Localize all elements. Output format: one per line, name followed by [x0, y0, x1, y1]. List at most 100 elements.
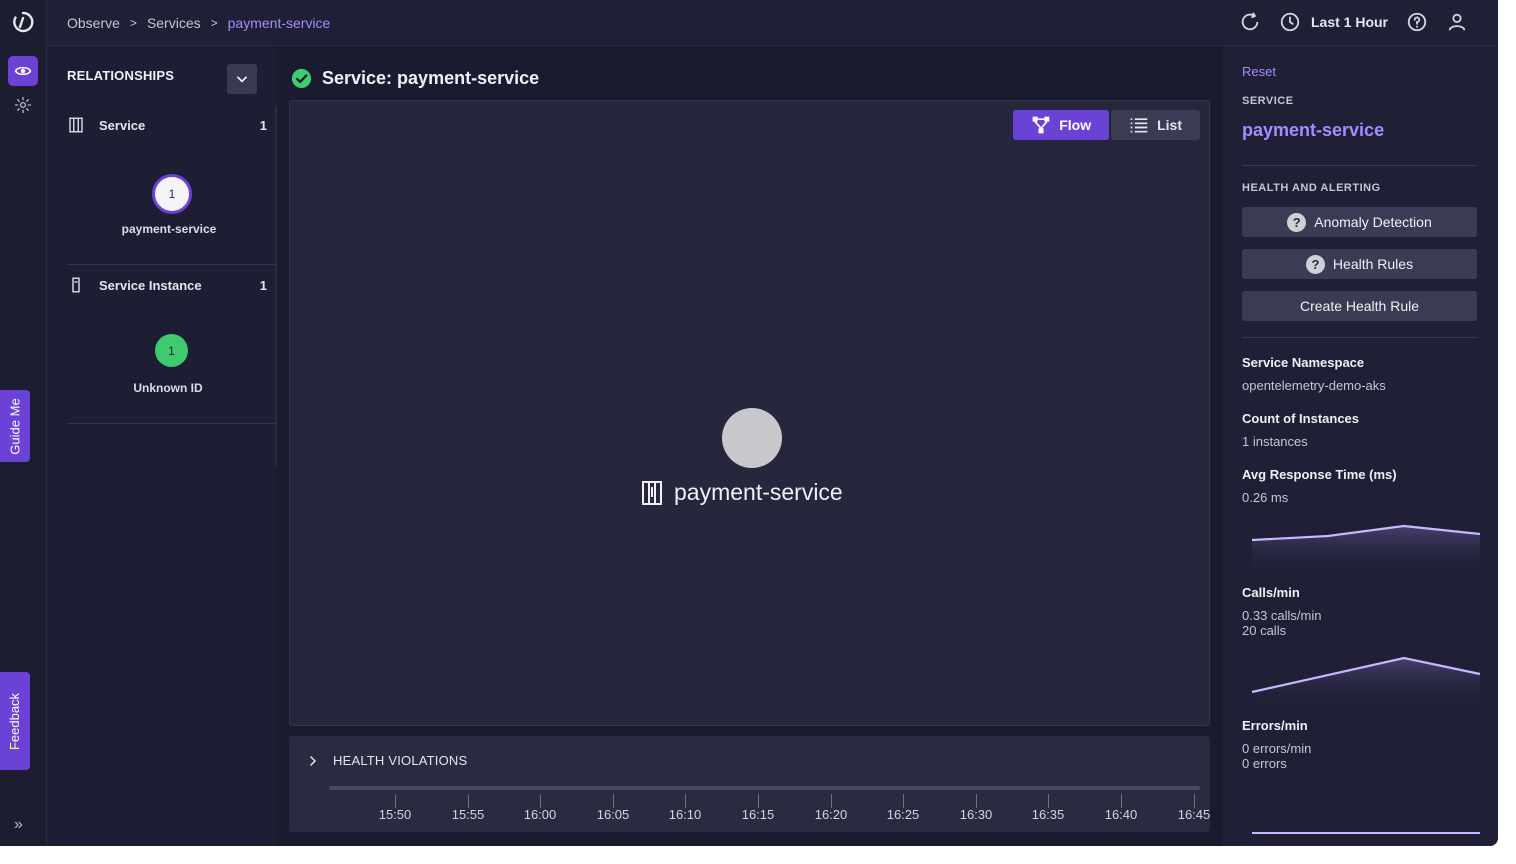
timeline-tick [468, 794, 469, 808]
flow-view-button[interactable]: Flow [1013, 110, 1110, 140]
relationship-group-label: Service [99, 117, 146, 133]
relationship-group-service-instance[interactable]: Service Instance 1 [67, 276, 267, 294]
namespace-value: opentelemetry-demo-aks [1242, 378, 1386, 393]
health-alerting-caption: HEALTH AND ALERTING [1242, 182, 1381, 194]
response-time-sparkline [1251, 524, 1481, 574]
guide-me-tab[interactable]: Guide Me [0, 390, 30, 462]
instances-label: Count of Instances [1242, 411, 1360, 426]
timeline-tick-label: 16:25 [886, 807, 920, 822]
timeline-tick [1194, 794, 1195, 808]
calls-value: 0.33 calls/min [1242, 608, 1322, 623]
timeline-tick [1048, 794, 1049, 808]
question-icon: ? [1305, 254, 1325, 274]
clock-icon [1280, 12, 1300, 32]
relationship-group-count: 1 [259, 277, 267, 293]
timeline-tick [685, 794, 686, 808]
timeline-tick-label: 16:35 [1031, 807, 1065, 822]
app-logo-icon[interactable] [11, 10, 35, 34]
time-range-picker[interactable]: Last 1 Hour [1279, 11, 1388, 33]
timeline-tick-label: 16:20 [814, 807, 848, 822]
view-toggle: Flow List [1013, 110, 1200, 140]
timeline-tick [1121, 794, 1122, 808]
relationship-group-count: 1 [259, 117, 267, 133]
calls-total: 20 calls [1242, 623, 1287, 638]
healthy-check-icon [291, 68, 312, 89]
service-caption: SERVICE [1242, 95, 1294, 107]
errors-value: 0 errors/min [1242, 741, 1312, 756]
breadcrumb-services[interactable]: Services [147, 15, 201, 31]
relationships-scrollbar[interactable] [275, 106, 277, 466]
relationships-divider [67, 264, 277, 265]
breadcrumb: Observe > Services > payment-service [67, 15, 330, 31]
timeline-tick-label: 16:05 [596, 807, 630, 822]
timeline-tick [540, 794, 541, 808]
health-rules-button[interactable]: ? Health Rules [1242, 249, 1477, 279]
create-health-rule-button[interactable]: Create Health Rule [1242, 291, 1477, 321]
service-instance-node-label: Unknown ID [133, 381, 203, 395]
list-view-label: List [1157, 117, 1182, 133]
timeline-tick-label: 16:40 [1104, 807, 1138, 822]
user-icon[interactable] [1446, 11, 1468, 33]
expand-rail-icon[interactable]: » [14, 816, 32, 834]
relationships-panel: RELATIONSHIPS Service 1 1 payment-servic… [47, 46, 277, 846]
namespace-label: Service Namespace [1242, 355, 1365, 370]
flow-service-label[interactable]: payment-service [640, 479, 843, 506]
guide-me-label: Guide Me [7, 397, 23, 455]
feedback-tab[interactable]: Feedback [0, 672, 30, 770]
flow-icon [1032, 116, 1050, 134]
service-icon [642, 480, 662, 505]
timeline-tick [758, 794, 759, 808]
errors-total: 0 errors [1242, 756, 1287, 771]
timeline-tick [613, 794, 614, 808]
calls-sparkline [1251, 656, 1481, 708]
observe-nav-button[interactable] [8, 56, 38, 86]
breadcrumb-observe[interactable]: Observe [67, 15, 120, 31]
timeline-tick [903, 794, 904, 808]
anomaly-detection-button[interactable]: ? Anomaly Detection [1242, 207, 1477, 237]
flow-view-label: Flow [1059, 117, 1092, 133]
top-right-controls: Last 1 Hour [1239, 11, 1468, 33]
timeline-tick-label: 16:45 [1177, 807, 1211, 822]
service-node[interactable]: 1 [152, 174, 192, 214]
timeline-tick [831, 794, 832, 808]
violations-timeline[interactable] [329, 786, 1200, 790]
flow-service-node[interactable] [722, 408, 782, 468]
response-time-label: Avg Response Time (ms) [1242, 467, 1397, 482]
relationships-bottom-divider [67, 423, 277, 424]
health-violations-title: HEALTH VIOLATIONS [333, 753, 468, 768]
reset-link[interactable]: Reset [1242, 64, 1276, 79]
page-title-text: Service: payment-service [322, 68, 540, 88]
flow-map-canvas[interactable]: Flow List payment-service [289, 100, 1210, 726]
time-range-label: Last 1 Hour [1310, 14, 1388, 30]
breadcrumb-current: payment-service [227, 15, 331, 31]
chevron-right-icon: > [210, 16, 218, 30]
eye-icon [14, 66, 32, 76]
errors-sparkline [1252, 832, 1480, 834]
timeline-tick-label: 16:30 [959, 807, 993, 822]
feedback-label: Feedback [7, 692, 23, 750]
chevron-down-icon [237, 76, 247, 83]
top-bar: Observe > Services > payment-service Las… [47, 0, 1498, 46]
chevron-right-icon [310, 755, 316, 766]
timeline-tick-label: 16:15 [741, 807, 775, 822]
service-instance-icon [67, 276, 85, 294]
help-icon[interactable] [1406, 11, 1428, 33]
list-view-button[interactable]: List [1111, 110, 1200, 140]
question-icon: ? [1287, 212, 1307, 232]
timeline-tick-label: 15:55 [451, 807, 485, 822]
service-instance-node[interactable]: 1 [155, 334, 188, 367]
gear-icon[interactable] [14, 96, 32, 114]
service-node-label: payment-service [121, 222, 217, 236]
refresh-icon[interactable] [1239, 11, 1261, 33]
timeline-tick [395, 794, 396, 808]
collapse-relationships-button[interactable] [227, 64, 257, 94]
details-divider [1242, 165, 1477, 166]
service-details-panel: Reset SERVICE payment-service HEALTH AND… [1222, 46, 1498, 846]
timeline-tick-label: 15:50 [378, 807, 412, 822]
health-violations-panel: HEALTH VIOLATIONS 15:50 15:55 16:00 16:05 16… [289, 736, 1210, 832]
health-violations-toggle[interactable]: HEALTH VIOLATIONS [307, 753, 467, 768]
health-rules-label: Health Rules [1332, 256, 1414, 272]
flow-service-name: payment-service [674, 479, 843, 505]
timeline-tick-label: 16:00 [523, 807, 557, 822]
relationship-group-service[interactable]: Service 1 [67, 116, 267, 134]
